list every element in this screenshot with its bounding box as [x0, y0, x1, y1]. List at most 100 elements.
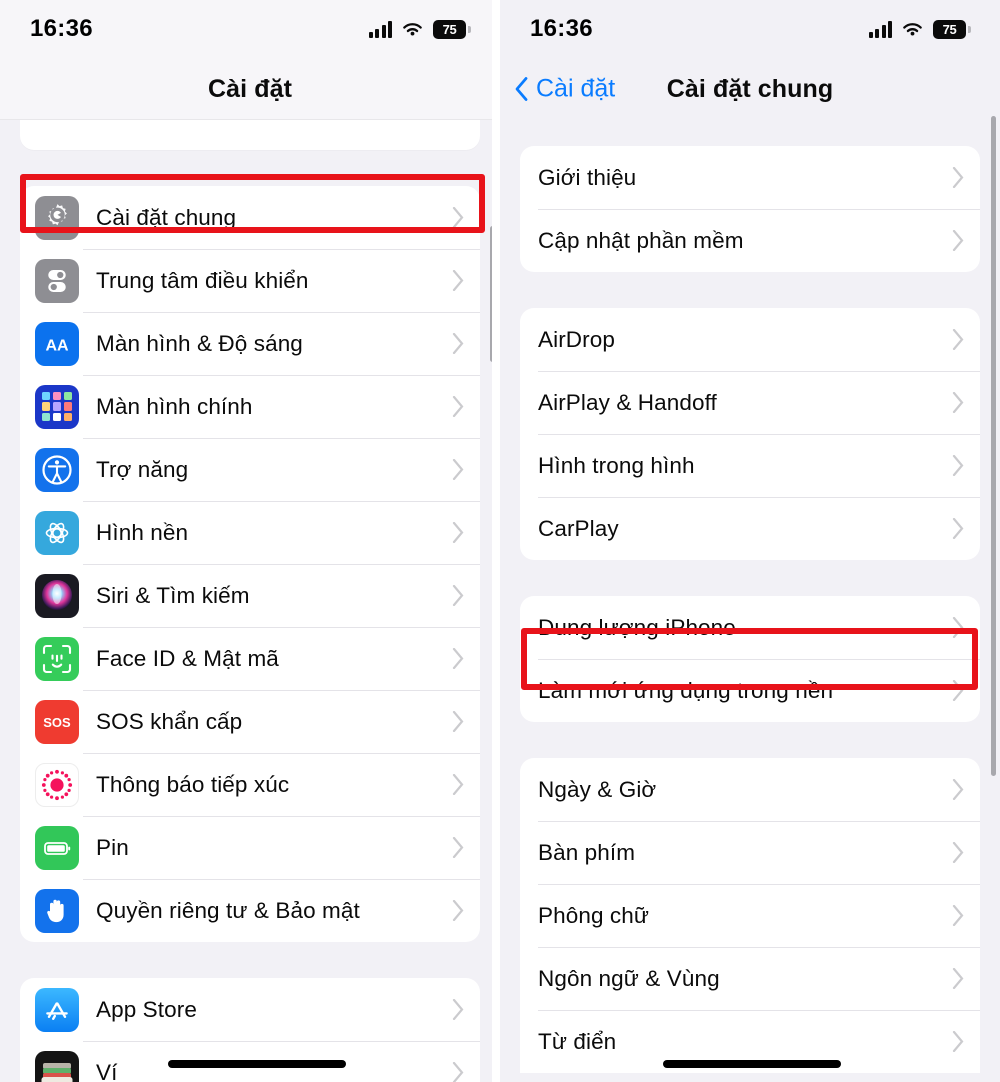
page-title: Cài đặt [207, 74, 293, 103]
list-item-label: Giới thiệu [538, 164, 637, 190]
list-item-label: AirDrop [538, 326, 615, 352]
list-item-label: Cập nhật phần mềm [538, 227, 744, 253]
group-gap [500, 560, 1000, 596]
sidebar-item-emergency-sos[interactable]: SOS SOS khẩn cấp [20, 690, 480, 753]
wifi-icon [403, 22, 422, 36]
list-item-label: Ngôn ngữ & Vùng [538, 965, 720, 991]
sidebar-item-general[interactable]: Cài đặt chung [20, 186, 480, 249]
general-sharing-group: AirDrop AirPlay & Handoff Hình trong hìn… [520, 308, 980, 560]
home-indicator-bar [168, 1060, 346, 1068]
sidebar-item-label: Cài đặt chung [96, 204, 237, 230]
chevron-right-icon [452, 774, 464, 795]
general-locale-group: Ngày & Giờ Bàn phím Phông chữ Ngôn ngữ &… [520, 758, 980, 1073]
group-gap [0, 150, 500, 186]
sidebar-item-display-brightness[interactable]: AA Màn hình & Độ sáng [20, 312, 480, 375]
chevron-left-icon [515, 77, 528, 101]
chevron-right-icon [952, 455, 964, 476]
back-button[interactable]: Cài đặt [514, 75, 615, 104]
settings-primary-group: Cài đặt chung Trung tâm điều khiển AA Mà… [20, 186, 480, 942]
chevron-right-icon [952, 230, 964, 251]
chevron-right-icon [452, 522, 464, 543]
sidebar-item-label: Trợ năng [96, 456, 189, 482]
list-item-language-region[interactable]: Ngôn ngữ & Vùng [520, 947, 980, 1010]
chevron-right-icon [452, 585, 464, 606]
list-item-background-app-refresh[interactable]: Làm mới ứng dụng trong nền [520, 659, 980, 722]
sidebar-item-label: Quyền riêng tư & Bảo mật [96, 897, 360, 923]
accessibility-icon [35, 447, 79, 492]
chevron-right-icon [952, 842, 964, 863]
list-item-label: Ngày & Giờ [538, 776, 657, 802]
list-item-airplay-handoff[interactable]: AirPlay & Handoff [520, 371, 980, 434]
left-scrollbar-thumb[interactable] [490, 226, 495, 362]
face-id-icon [35, 636, 79, 681]
sidebar-item-siri-search[interactable]: Siri & Tìm kiếm [20, 564, 480, 627]
chevron-right-icon [952, 392, 964, 413]
list-item-label: CarPlay [538, 515, 619, 541]
list-item-date-time[interactable]: Ngày & Giờ [520, 758, 980, 821]
sidebar-item-accessibility[interactable]: Trợ năng [20, 438, 480, 501]
battery-level: 75 [942, 21, 957, 37]
right-status-bar: 16:36 75 [500, 0, 1000, 58]
signal-bars-icon [868, 20, 892, 38]
sidebar-item-label: Hình nền [96, 519, 189, 545]
back-button-label: Cài đặt [536, 74, 616, 103]
siri-icon [35, 573, 79, 618]
group-gap [500, 120, 1000, 146]
chevron-right-icon [452, 648, 464, 669]
list-item-about[interactable]: Giới thiệu [520, 146, 980, 209]
left-phone-screen: 16:36 75 Cài đặt Cài đặt chung Trung tâm… [0, 0, 500, 1082]
chevron-right-icon [452, 396, 464, 417]
sidebar-item-face-id[interactable]: Face ID & Mật mã [20, 627, 480, 690]
chevron-right-icon [952, 518, 964, 539]
battery-icon: 75 [933, 19, 971, 39]
group-gap [500, 722, 1000, 758]
list-item-carplay[interactable]: CarPlay [520, 497, 980, 560]
right-nav-bar: Cài đặt Cài đặt chung [500, 58, 1000, 120]
sidebar-item-wallpaper[interactable]: Hình nền [20, 501, 480, 564]
list-item-label: Làm mới ứng dụng trong nền [538, 677, 834, 703]
sidebar-item-battery[interactable]: Pin [20, 816, 480, 879]
sidebar-item-label: Siri & Tìm kiếm [96, 582, 250, 608]
sidebar-item-label: Thông báo tiếp xúc [96, 771, 290, 797]
chevron-right-icon [452, 900, 464, 921]
sidebar-item-label: SOS khẩn cấp [96, 708, 243, 734]
list-item-airdrop[interactable]: AirDrop [520, 308, 980, 371]
general-storage-group: Dung lượng iPhone Làm mới ứng dụng trong… [520, 596, 980, 722]
privacy-hand-icon [35, 888, 79, 933]
list-item-keyboard[interactable]: Bàn phím [520, 821, 980, 884]
list-item-picture-in-picture[interactable]: Hình trong hình [520, 434, 980, 497]
home-screen-icon [35, 384, 79, 429]
chevron-right-icon [452, 270, 464, 291]
chevron-right-icon [952, 779, 964, 800]
battery-icon: 75 [433, 19, 471, 39]
status-clock: 16:36 [30, 15, 93, 42]
svg-text:SOS: SOS [43, 715, 71, 730]
list-item-label: Bàn phím [538, 839, 636, 865]
chevron-right-icon [452, 837, 464, 858]
sidebar-item-privacy-security[interactable]: Quyền riêng tư & Bảo mật [20, 879, 480, 942]
sidebar-item-label: App Store [96, 996, 197, 1022]
left-scroll-area[interactable]: Cài đặt chung Trung tâm điều khiển AA Mà… [0, 120, 500, 1082]
left-nav-bar: Cài đặt [0, 58, 500, 120]
list-item-iphone-storage[interactable]: Dung lượng iPhone [520, 596, 980, 659]
group-gap [0, 942, 500, 978]
home-indicator-bar [663, 1060, 841, 1068]
control-center-icon [35, 258, 79, 303]
chevron-right-icon [452, 711, 464, 732]
sidebar-item-home-screen[interactable]: Màn hình chính [20, 375, 480, 438]
list-item-fonts[interactable]: Phông chữ [520, 884, 980, 947]
wallet-icon [35, 1050, 79, 1082]
list-item-label: Từ điển [538, 1028, 617, 1054]
sidebar-item-control-center[interactable]: Trung tâm điều khiển [20, 249, 480, 312]
right-scrollbar-thumb[interactable] [991, 116, 996, 776]
chevron-right-icon [452, 207, 464, 228]
sidebar-item-exposure-notification[interactable]: Thông báo tiếp xúc [20, 753, 480, 816]
chevron-right-icon [452, 999, 464, 1020]
list-item-software-update[interactable]: Cập nhật phần mềm [520, 209, 980, 272]
sidebar-item-app-store[interactable]: App Store [20, 978, 480, 1041]
right-phone-screen: 16:36 75 Cài đặt Cài đặt chung Giới thiệ… [500, 0, 1000, 1082]
battery-level: 75 [442, 21, 457, 37]
chevron-right-icon [952, 1031, 964, 1052]
chevron-right-icon [952, 680, 964, 701]
right-scroll-area[interactable]: Giới thiệu Cập nhật phần mềm AirDrop Air… [500, 120, 1000, 1073]
